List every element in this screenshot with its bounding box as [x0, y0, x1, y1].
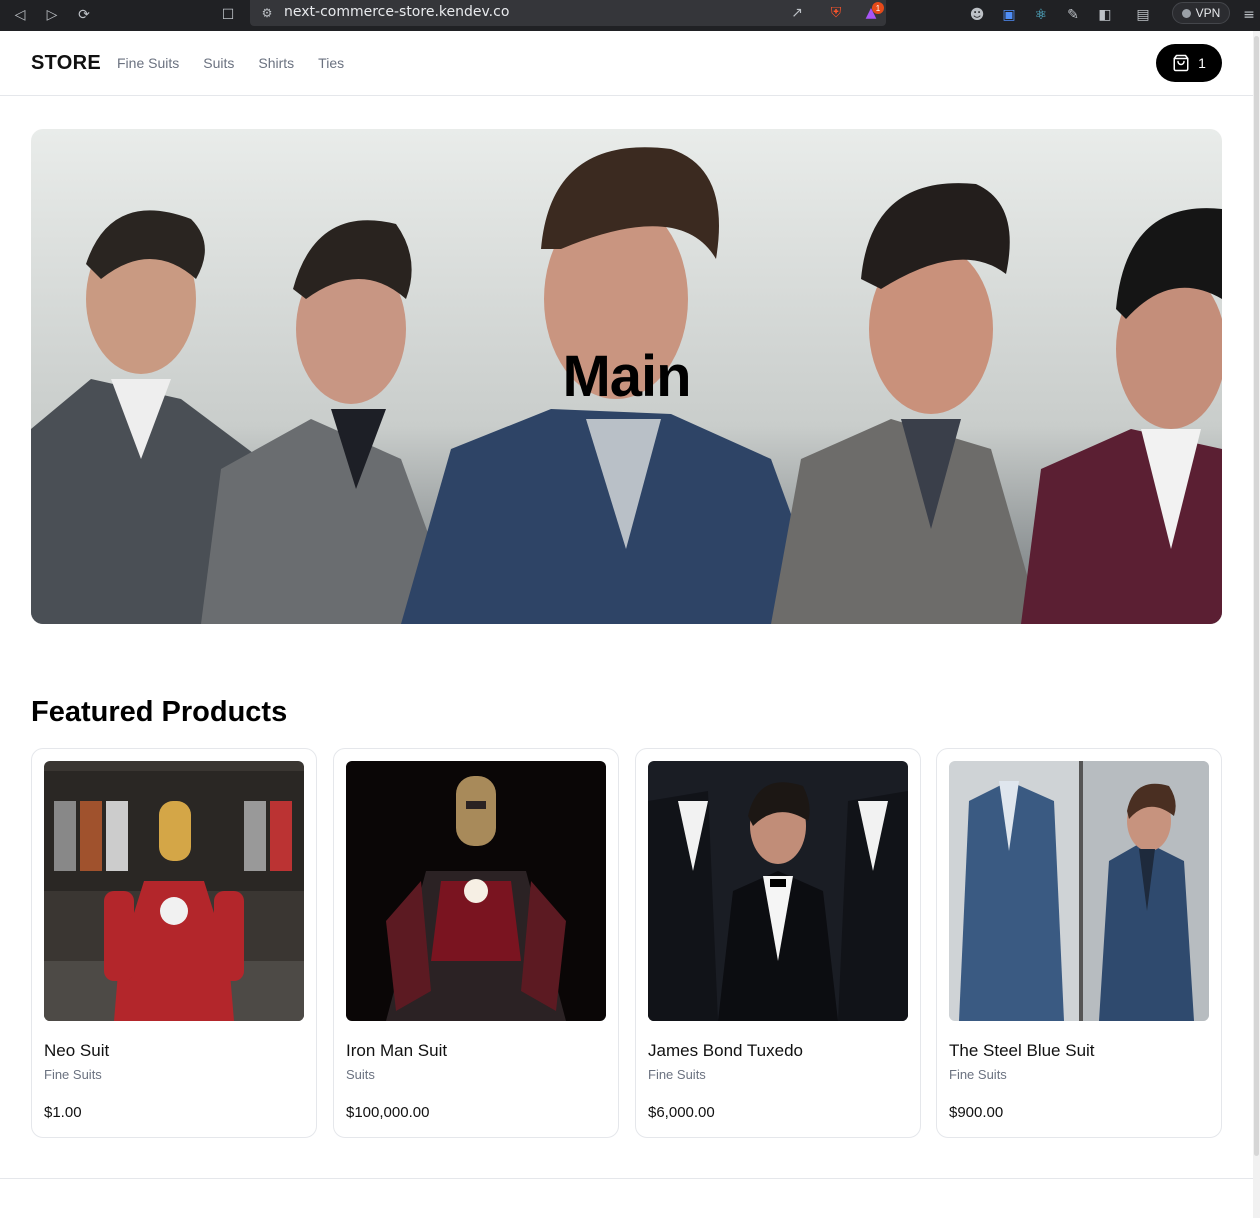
- product-name[interactable]: James Bond Tuxedo: [648, 1041, 803, 1061]
- url-text: next-commerce-store.kendev.co: [284, 4, 510, 20]
- product-price: $900.00: [949, 1104, 1004, 1121]
- product-image[interactable]: [648, 761, 908, 1021]
- site-info-icon[interactable]: ⚙: [256, 2, 278, 24]
- product-price: $100,000.00: [346, 1104, 430, 1121]
- react-devtools-icon[interactable]: ⚛: [1030, 4, 1052, 26]
- bookmark-icon[interactable]: ☐: [217, 4, 239, 26]
- product-name[interactable]: Iron Man Suit: [346, 1041, 447, 1061]
- vpn-status-icon: [1181, 8, 1191, 18]
- forward-icon[interactable]: ▷: [41, 4, 63, 26]
- scrollbar-thumb[interactable]: [1254, 36, 1259, 1156]
- shopping-bag-icon: [1173, 54, 1189, 72]
- store-logo[interactable]: STORE: [31, 52, 101, 75]
- product-card[interactable]: The Steel Blue Suit Fine Suits $900.00: [936, 748, 1222, 1138]
- menu-icon[interactable]: ≡: [1238, 4, 1260, 26]
- main-nav: Fine Suits Suits Shirts Ties: [117, 55, 344, 71]
- product-name[interactable]: Neo Suit: [44, 1041, 109, 1061]
- browser-toolbar: ◁ ▷ ⟳ ☐ ⚙ next-commerce-store.kendev.co …: [0, 0, 1260, 31]
- product-price: $6,000.00: [648, 1104, 715, 1121]
- back-icon[interactable]: ◁: [9, 4, 31, 26]
- product-image[interactable]: [44, 761, 304, 1021]
- product-category: Suits: [346, 1067, 375, 1082]
- product-image[interactable]: [949, 761, 1209, 1021]
- site-header: STORE Fine Suits Suits Shirts Ties 1: [0, 31, 1260, 96]
- wallet-icon[interactable]: ▤: [1132, 4, 1154, 26]
- product-price: $1.00: [44, 1104, 82, 1121]
- product-category: Fine Suits: [949, 1067, 1007, 1082]
- extension-avatar-icon[interactable]: ☻: [966, 4, 988, 26]
- nav-ties[interactable]: Ties: [318, 55, 344, 71]
- vpn-label: VPN: [1195, 6, 1221, 20]
- hero-billboard: Main: [31, 129, 1222, 624]
- address-bar[interactable]: ⚙ next-commerce-store.kendev.co ↗ ⛨ ▲ 1: [250, 0, 886, 26]
- footer-divider: [0, 1178, 1253, 1179]
- nav-suits[interactable]: Suits: [203, 55, 234, 71]
- nav-fine-suits[interactable]: Fine Suits: [117, 55, 179, 71]
- extension-app-icon[interactable]: ▣: [998, 4, 1020, 26]
- sidebar-icon[interactable]: ◧: [1094, 4, 1116, 26]
- product-image[interactable]: [346, 761, 606, 1021]
- cart-button[interactable]: 1: [1156, 44, 1222, 82]
- product-category: Fine Suits: [44, 1067, 102, 1082]
- nav-shirts[interactable]: Shirts: [258, 55, 294, 71]
- product-card[interactable]: James Bond Tuxedo Fine Suits $6,000.00: [635, 748, 921, 1138]
- cart-count: 1: [1198, 55, 1206, 71]
- vpn-button[interactable]: VPN: [1172, 2, 1230, 24]
- notification-badge: 1: [872, 2, 884, 14]
- product-category: Fine Suits: [648, 1067, 706, 1082]
- reload-icon[interactable]: ⟳: [73, 4, 95, 26]
- product-name[interactable]: The Steel Blue Suit: [949, 1041, 1095, 1061]
- extensions-puzzle-icon[interactable]: ✎: [1062, 4, 1084, 26]
- share-icon[interactable]: ↗: [786, 2, 808, 24]
- product-card[interactable]: Neo Suit Fine Suits $1.00: [31, 748, 317, 1138]
- product-card[interactable]: Iron Man Suit Suits $100,000.00: [333, 748, 619, 1138]
- hero-title: Main: [562, 344, 691, 409]
- featured-products-heading: Featured Products: [31, 696, 288, 728]
- brave-shield-icon[interactable]: ⛨: [825, 2, 847, 24]
